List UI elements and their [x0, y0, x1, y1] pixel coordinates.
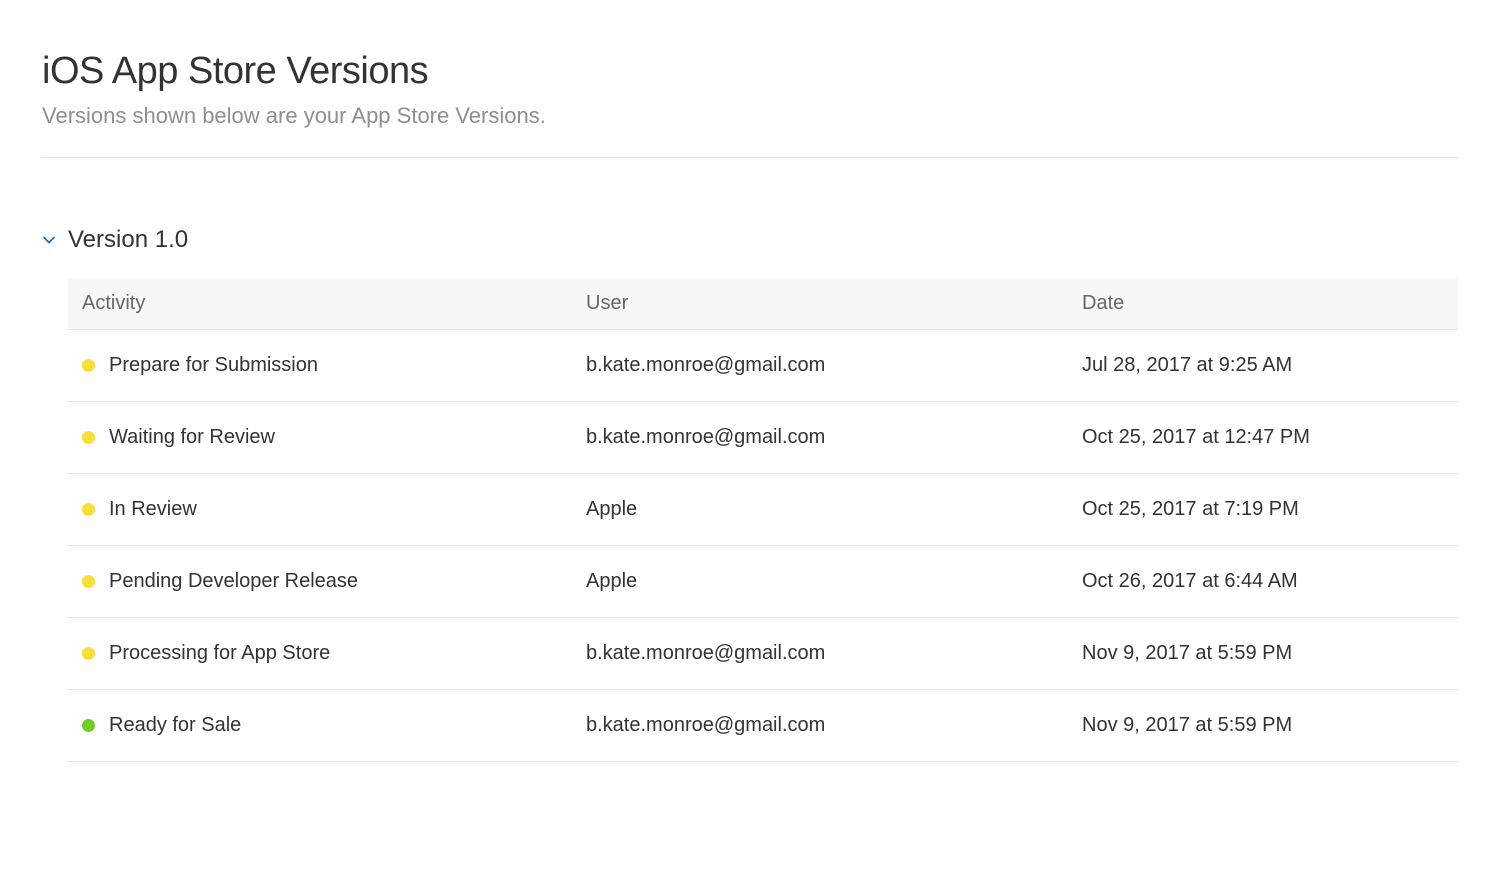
status-dot-icon	[82, 719, 95, 732]
activity-cell: Pending Developer Release	[82, 570, 586, 593]
page-title: iOS App Store Versions	[42, 50, 1458, 93]
user-cell: b.kate.monroe@gmail.com	[586, 714, 1082, 737]
table-header: Activity User Date	[68, 278, 1458, 330]
table-row: Ready for Sale b.kate.monroe@gmail.comNov…	[68, 690, 1458, 762]
activity-cell: Processing for App Store	[82, 642, 586, 665]
activity-cell: Prepare for Submission	[82, 354, 586, 377]
user-cell: b.kate.monroe@gmail.com	[586, 426, 1082, 449]
activity-table: Activity User Date Prepare for Submissio…	[68, 278, 1458, 762]
activity-cell: Ready for Sale	[82, 714, 586, 737]
date-cell: Oct 25, 2017 at 7:19 PM	[1082, 498, 1458, 521]
table-row: Waiting for Review b.kate.monroe@gmail.co…	[68, 402, 1458, 474]
version-toggle[interactable]: Version 1.0	[42, 226, 1458, 254]
date-cell: Nov 9, 2017 at 5:59 PM	[1082, 642, 1458, 665]
page-subtitle: Versions shown below are your App Store …	[42, 103, 1458, 129]
column-header-activity: Activity	[82, 292, 586, 315]
table-row: In Review AppleOct 25, 2017 at 7:19 PM	[68, 474, 1458, 546]
user-cell: b.kate.monroe@gmail.com	[586, 354, 1082, 377]
column-header-date: Date	[1082, 292, 1458, 315]
version-title: Version 1.0	[68, 226, 188, 254]
date-cell: Oct 25, 2017 at 12:47 PM	[1082, 426, 1458, 449]
status-dot-icon	[82, 359, 95, 372]
table-row: Prepare for Submission b.kate.monroe@gmai…	[68, 330, 1458, 402]
chevron-down-icon	[42, 233, 56, 247]
status-dot-icon	[82, 431, 95, 444]
user-cell: Apple	[586, 570, 1082, 593]
status-dot-icon	[82, 575, 95, 588]
date-cell: Oct 26, 2017 at 6:44 AM	[1082, 570, 1458, 593]
activity-label: Ready for Sale	[109, 714, 241, 737]
table-row: Pending Developer Release AppleOct 26, 20…	[68, 546, 1458, 618]
date-cell: Jul 28, 2017 at 9:25 AM	[1082, 354, 1458, 377]
table-row: Processing for App Store b.kate.monroe@gm…	[68, 618, 1458, 690]
column-header-user: User	[586, 292, 1082, 315]
status-dot-icon	[82, 503, 95, 516]
activity-label: In Review	[109, 498, 197, 521]
activity-cell: Waiting for Review	[82, 426, 586, 449]
activity-cell: In Review	[82, 498, 586, 521]
section-divider	[42, 157, 1458, 158]
user-cell: Apple	[586, 498, 1082, 521]
date-cell: Nov 9, 2017 at 5:59 PM	[1082, 714, 1458, 737]
activity-label: Pending Developer Release	[109, 570, 358, 593]
status-dot-icon	[82, 647, 95, 660]
activity-label: Processing for App Store	[109, 642, 330, 665]
activity-label: Prepare for Submission	[109, 354, 318, 377]
version-section: Version 1.0 Activity User Date Prepare f…	[42, 226, 1458, 762]
activity-label: Waiting for Review	[109, 426, 275, 449]
user-cell: b.kate.monroe@gmail.com	[586, 642, 1082, 665]
